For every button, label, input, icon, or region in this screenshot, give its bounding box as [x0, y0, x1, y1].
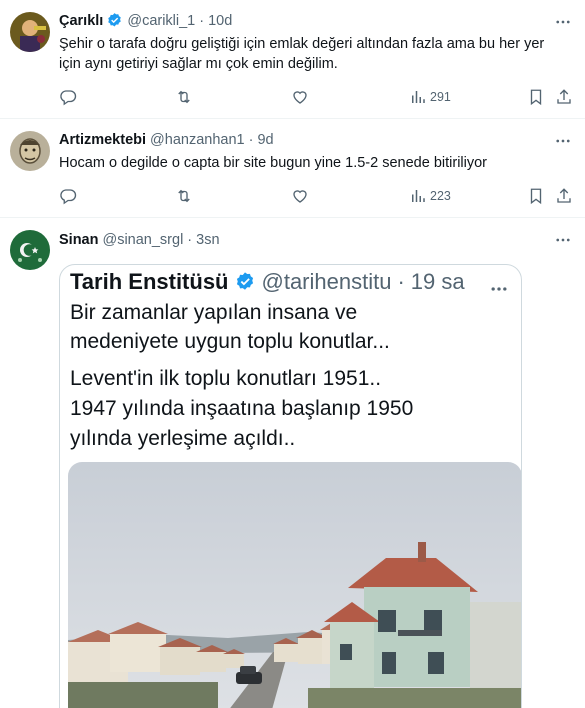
- tweet-carikli[interactable]: Çarıklı @carikli_1 · 10d Şehir o tarafa …: [0, 0, 585, 119]
- quoted-text-line: Levent'in ilk toplu konutları 1951..: [70, 367, 382, 390]
- tweet-text-line: Hocam o degilde o capta bir site bugun y…: [59, 155, 487, 171]
- tweet-header: Artizmektebi @hanzanhan1 · 9d: [59, 132, 545, 148]
- bookmark-icon: [530, 188, 542, 205]
- tweet-actions: 291: [59, 86, 579, 108]
- more-icon[interactable]: [553, 131, 573, 151]
- views-button[interactable]: 223: [409, 185, 451, 207]
- views-icon: [412, 91, 425, 103]
- quoted-author-handle: @tarihenstitu: [261, 269, 392, 294]
- verified-icon: [234, 271, 256, 293]
- retweet-button[interactable]: [175, 86, 193, 108]
- reply-button[interactable]: [59, 86, 77, 108]
- quoted-timestamp: 19 sa: [410, 269, 465, 294]
- separator-dot: ·: [248, 132, 254, 148]
- author-handle[interactable]: @sinan_srgl: [102, 232, 183, 248]
- separator-dot: ·: [187, 232, 193, 248]
- timestamp[interactable]: 10d: [208, 13, 232, 29]
- views-icon: [412, 190, 425, 202]
- like-button[interactable]: [291, 86, 309, 108]
- separator-dot: ·: [199, 12, 205, 29]
- retweet-icon: [178, 189, 190, 203]
- verified-icon: [106, 12, 123, 29]
- views-count: 291: [430, 90, 451, 104]
- tweet-text-line: için aynı getiriyi sağlar mı çok emin de…: [59, 56, 338, 72]
- quoted-header: Tarih Enstitüsü @tarihenstitu · 19 sa: [70, 269, 465, 295]
- tweet-header: Sinan @sinan_srgl · 3sn: [59, 232, 545, 248]
- reply-button[interactable]: [59, 185, 77, 207]
- quoted-text-line: yılında yerleşime açıldı..: [70, 427, 296, 450]
- reply-icon: [60, 90, 77, 106]
- avatar[interactable]: [10, 131, 50, 171]
- like-button[interactable]: [291, 185, 309, 207]
- tweet-header: Çarıklı @carikli_1 · 10d: [59, 12, 545, 29]
- quoted-text-line: 1947 yılında inşaatına başlanıp 1950: [70, 397, 414, 420]
- tweet-text: Hocam o degilde o capta bir site bugun y…: [59, 153, 571, 173]
- author-name[interactable]: Çarıklı: [59, 13, 103, 29]
- share-icon: [557, 89, 571, 104]
- tweet-text: Şehir o tarafa doğru geliştiği için emla…: [59, 34, 571, 74]
- more-icon[interactable]: [553, 230, 573, 250]
- share-button[interactable]: [555, 86, 573, 108]
- views-button[interactable]: 291: [409, 86, 451, 108]
- author-name[interactable]: Artizmektebi: [59, 132, 146, 148]
- retweet-button[interactable]: [175, 185, 193, 207]
- bookmark-button[interactable]: [527, 86, 545, 108]
- tweet-text-line: Şehir o tarafa doğru geliştiği için emla…: [59, 36, 545, 52]
- reply-icon: [60, 189, 77, 205]
- timestamp[interactable]: 9d: [257, 132, 273, 148]
- bookmark-icon: [530, 89, 542, 106]
- quoted-text-line: Bir zamanlar yapılan insana ve: [70, 301, 358, 324]
- share-icon: [557, 188, 571, 203]
- like-icon: [293, 190, 307, 203]
- quoted-tweet-image[interactable]: Tarih Enstitüsü @tarihenstitu · 19 sa Bi…: [59, 264, 522, 708]
- views-count: 223: [430, 189, 451, 203]
- tweet-actions: 223: [59, 185, 579, 207]
- housing-photo: [68, 462, 521, 708]
- avatar[interactable]: [10, 230, 50, 270]
- separator-dot: ·: [397, 269, 405, 294]
- more-icon[interactable]: [553, 12, 573, 32]
- timestamp[interactable]: 3sn: [196, 232, 219, 248]
- quoted-text-line: medeniyete uygun toplu konutlar...: [70, 330, 390, 353]
- like-icon: [293, 91, 307, 104]
- share-button[interactable]: [555, 185, 573, 207]
- avatar[interactable]: [10, 12, 50, 52]
- author-name[interactable]: Sinan: [59, 232, 98, 248]
- retweet-icon: [178, 90, 190, 104]
- author-handle[interactable]: @hanzanhan1: [150, 132, 245, 148]
- bookmark-button[interactable]: [527, 185, 545, 207]
- quoted-author-name: Tarih Enstitüsü: [70, 269, 229, 294]
- tweet-artizmektebi[interactable]: Artizmektebi @hanzanhan1 · 9d Hocam o de…: [0, 119, 585, 218]
- author-handle[interactable]: @carikli_1: [127, 13, 195, 29]
